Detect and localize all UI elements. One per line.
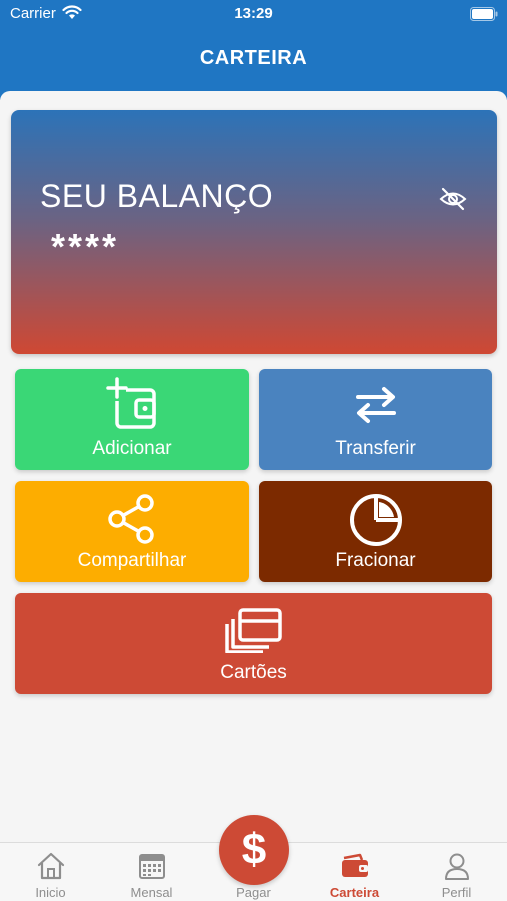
tab-label: Mensal: [130, 885, 173, 900]
share-button[interactable]: Compartilhar: [15, 481, 249, 582]
transfer-label: Transferir: [335, 438, 416, 459]
eye-off-icon[interactable]: [438, 184, 468, 214]
add-button[interactable]: Adicionar: [15, 369, 249, 470]
transfer-button[interactable]: Transferir: [259, 369, 492, 470]
share-label: Compartilhar: [77, 550, 187, 571]
cards-button[interactable]: Cartões: [15, 593, 492, 694]
page-title: CARTEIRA: [199, 47, 308, 69]
wallet-icon: [340, 853, 370, 884]
cards-icon: [224, 607, 283, 658]
swap-arrows-icon: [350, 383, 402, 432]
tab-label: Carteira: [329, 885, 380, 900]
tab-label: Perfil: [441, 885, 472, 900]
pay-button[interactable]: $: [219, 815, 289, 885]
balance-value: ****: [51, 226, 120, 267]
tab-inicio[interactable]: Inicio: [0, 843, 101, 901]
cards-label: Cartões: [220, 662, 287, 683]
header-bar: Carrier 13:29 CARTEIRA: [0, 0, 507, 100]
tab-carteira[interactable]: Carteira: [304, 843, 405, 901]
home-icon: [36, 851, 66, 886]
status-bar: Carrier 13:29: [0, 0, 507, 30]
share-icon: [106, 493, 158, 550]
split-label: Fracionar: [335, 550, 416, 571]
user-icon: [442, 851, 472, 886]
clock: 13:29: [234, 5, 273, 22]
calendar-icon: [137, 851, 167, 886]
pie-chart-icon: [348, 492, 404, 553]
balance-label: SEU BALANÇO: [40, 178, 274, 214]
add-label: Adicionar: [92, 438, 172, 459]
tab-label: Pagar: [236, 885, 271, 900]
balance-card: SEU BALANÇO ****: [11, 110, 497, 354]
tab-label: Inicio: [35, 885, 66, 900]
battery-icon: [470, 7, 498, 26]
dollar-icon: $: [241, 825, 267, 874]
wallet-add-icon: [104, 377, 160, 436]
tab-perfil[interactable]: Perfil: [406, 843, 507, 901]
split-button[interactable]: Fracionar: [259, 481, 492, 582]
tab-mensal[interactable]: Mensal: [101, 843, 202, 901]
